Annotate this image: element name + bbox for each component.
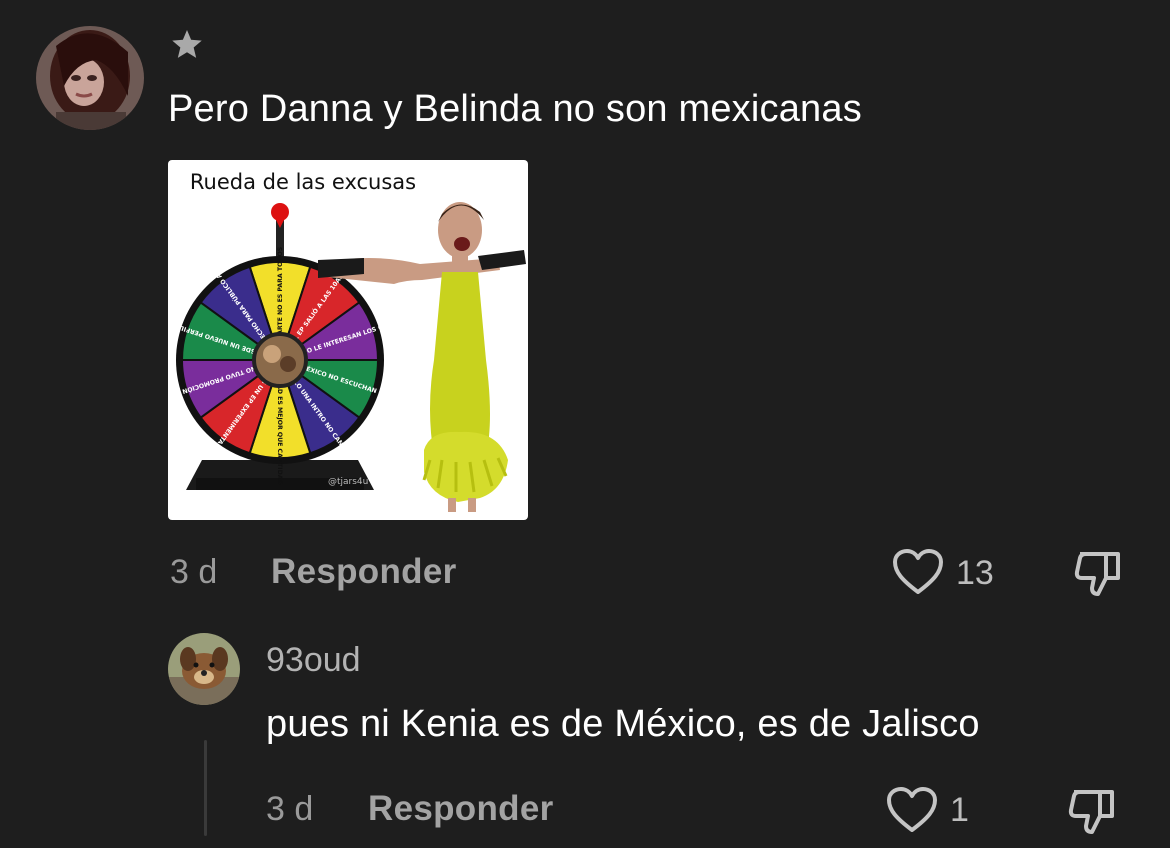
comment-avatar[interactable]	[36, 26, 144, 130]
meme-image[interactable]: Rueda de las excusas EL ARTE NO ES PARA …	[168, 160, 528, 520]
reply-like-count: 1	[950, 791, 969, 829]
reply-avatar[interactable]	[168, 633, 240, 705]
comment-timestamp: 3 d	[170, 553, 218, 591]
thumbs-down-icon	[1068, 790, 1114, 834]
meme-illustration: EL ARTE NO ES PARA TODOS EL EP SALIÓ A LA…	[168, 202, 526, 512]
reply-thread-line	[204, 740, 207, 836]
star-icon	[168, 26, 206, 69]
like-count: 13	[956, 554, 994, 592]
like-button[interactable]	[892, 548, 944, 596]
heart-icon	[893, 549, 943, 594]
reply-like-button[interactable]	[886, 786, 938, 834]
dislike-button[interactable]	[1072, 548, 1124, 598]
comment-text: Pero Danna y Belinda no son mexicanas	[168, 88, 862, 130]
reply-timestamp: 3 d	[266, 790, 314, 828]
reply-dislike-button[interactable]	[1066, 786, 1118, 836]
thumbs-down-icon	[1074, 552, 1120, 596]
heart-icon	[887, 787, 937, 832]
wheel-segment-label: EL ARTE NO ES PARA TODOS	[277, 247, 284, 345]
meme-watermark: @tjars4u	[328, 477, 368, 487]
reply-text: pues ni Kenia es de México, es de Jalisc…	[266, 703, 980, 745]
reply-reply-button[interactable]: Responder	[368, 789, 554, 829]
reply-button[interactable]: Responder	[271, 552, 457, 592]
reply-username[interactable]: 93oud	[266, 641, 361, 680]
